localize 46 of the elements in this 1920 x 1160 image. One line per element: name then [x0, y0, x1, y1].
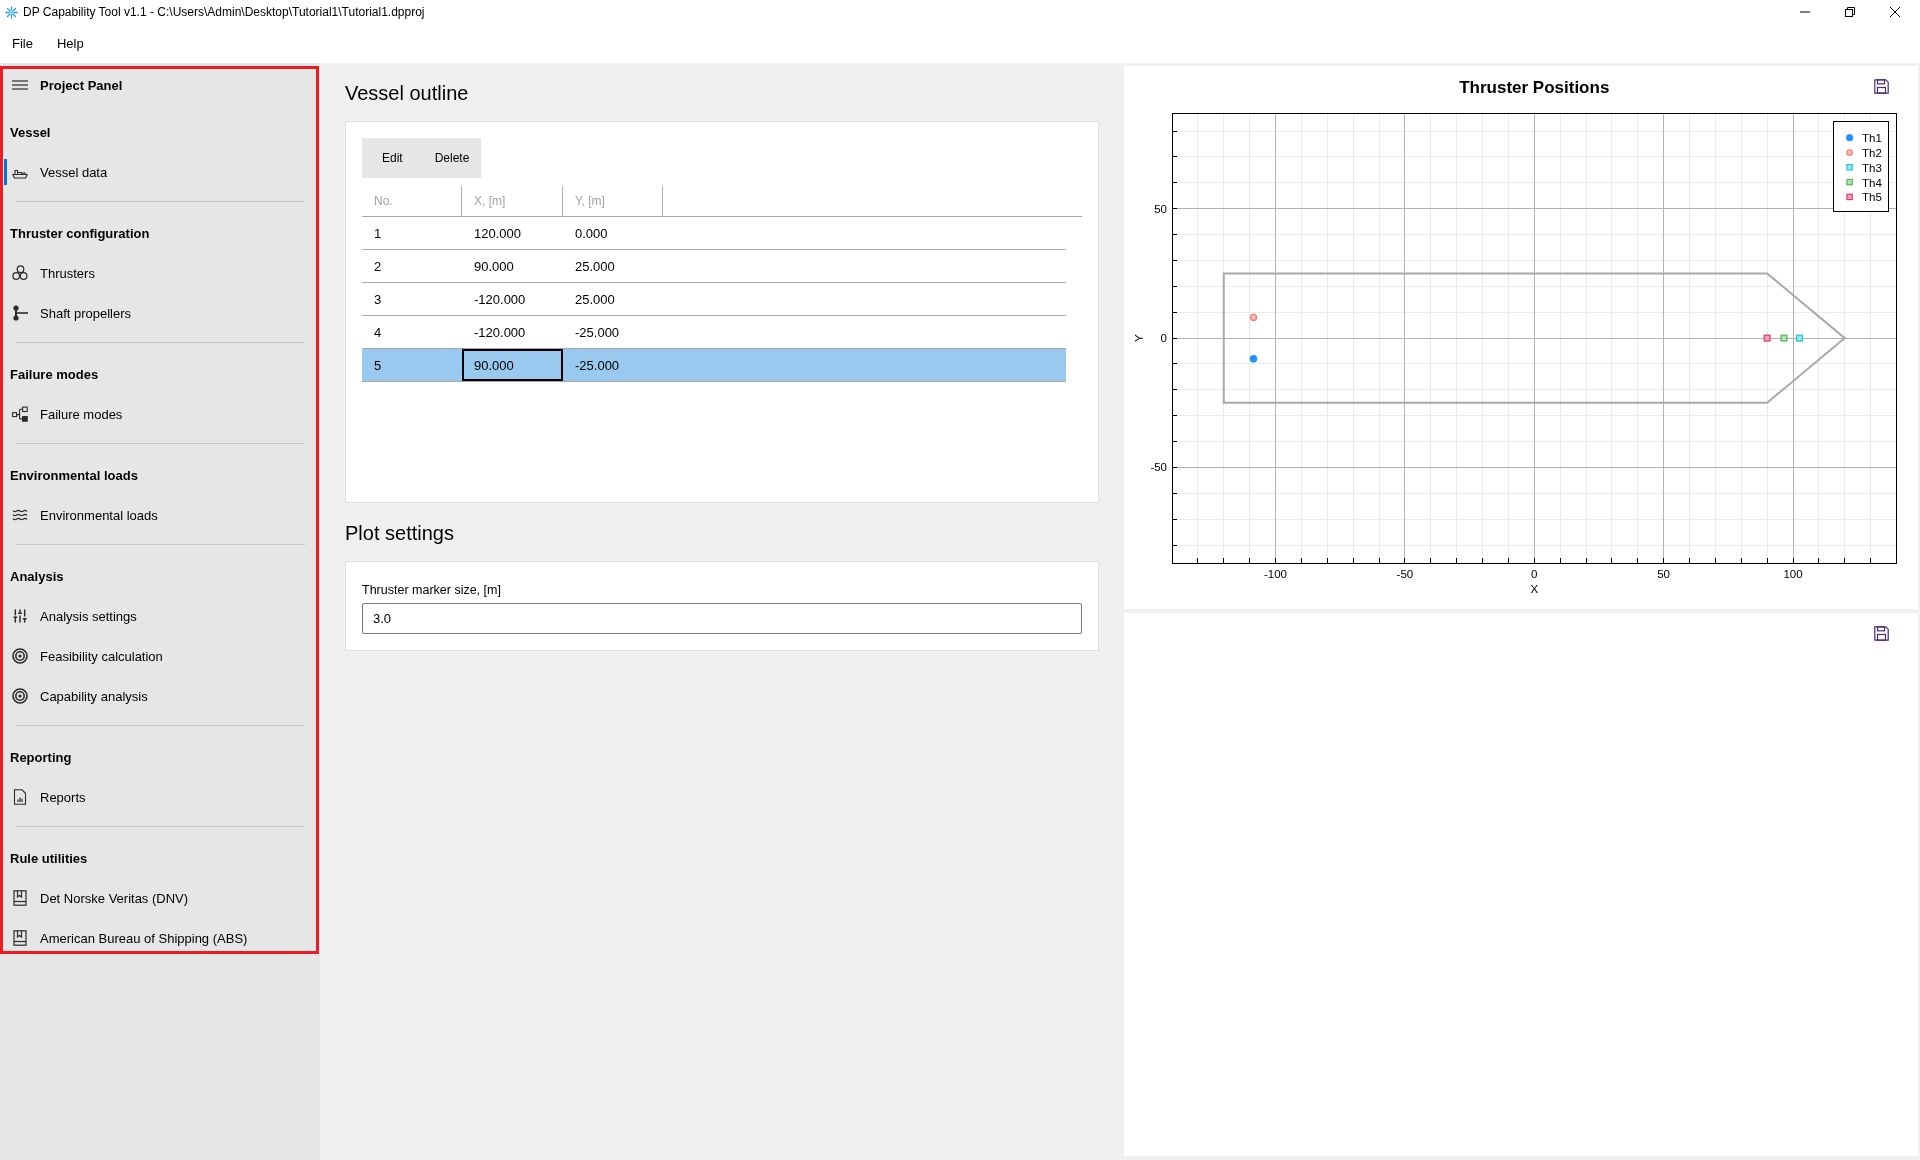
legend-label: Th5	[1862, 191, 1882, 204]
field-label: Thruster marker size, [m]	[362, 582, 501, 599]
axis-tick-label: 0	[1531, 568, 1538, 581]
axis-tick-label: 50	[1154, 202, 1167, 215]
section-title: Vessel outline	[345, 81, 469, 106]
section-heading: Vessel	[9, 123, 52, 142]
section-heading: Analysis	[9, 567, 65, 586]
table-cell-text: 1	[373, 224, 383, 243]
table-cell-text: 0.000	[574, 224, 609, 243]
axis-tick-label: -50	[1150, 461, 1167, 474]
table-cell-text: -25.000	[574, 323, 621, 342]
column-header: No.	[362, 186, 462, 216]
table-cell-text: 2	[373, 257, 383, 276]
table-cell-text: 4	[373, 323, 383, 342]
table-cell-text: 25.000	[574, 290, 616, 309]
axis-tick-label: -100	[1264, 568, 1287, 581]
table-cell: 90.000	[462, 349, 563, 381]
table-cell-text: 120.000	[473, 224, 522, 243]
section-heading: Failure modes	[9, 365, 100, 384]
section-heading: Reporting	[9, 748, 73, 767]
axis-tick-label: 50	[1657, 568, 1670, 581]
axis-title: Y	[1133, 334, 1145, 342]
legend-label: Th1	[1862, 132, 1882, 145]
table-cell-text: -25.000	[574, 356, 621, 375]
axis-tick-label: 0	[1160, 332, 1167, 345]
table-cell-text: -120.000	[473, 323, 527, 342]
legend-label: Th4	[1862, 176, 1882, 189]
table-cell-text: 3	[373, 290, 383, 309]
section-heading: Rule utilities	[9, 849, 89, 868]
section-title: Plot settings	[345, 521, 454, 546]
axis-tick-label: 100	[1783, 568, 1803, 581]
legend-label: Th2	[1862, 147, 1882, 159]
table-cell-text: 25.000	[574, 257, 616, 276]
column-header: X, [m]	[462, 186, 563, 216]
axis-title: X	[1530, 583, 1539, 596]
column-header: Y, [m]	[563, 186, 663, 216]
section-heading: Thruster configuration	[9, 224, 151, 243]
panel-title: Project Panel	[40, 77, 123, 93]
axis-tick-label: -50	[1396, 568, 1414, 581]
legend-label: Th3	[1862, 161, 1882, 174]
chart-title: Thruster Positions	[1459, 78, 1610, 98]
section-heading: Environmental loads	[9, 466, 139, 485]
window-title: DP Capability Tool v1.1 - C:\Users\Admin\Desktop\Tutorial1\Tutorial1.dpproj	[23, 5, 425, 19]
table-cell-text: -120.000	[473, 290, 527, 309]
table-cell-text: 90.000	[473, 257, 515, 276]
table-cell-text: 5	[373, 356, 383, 375]
